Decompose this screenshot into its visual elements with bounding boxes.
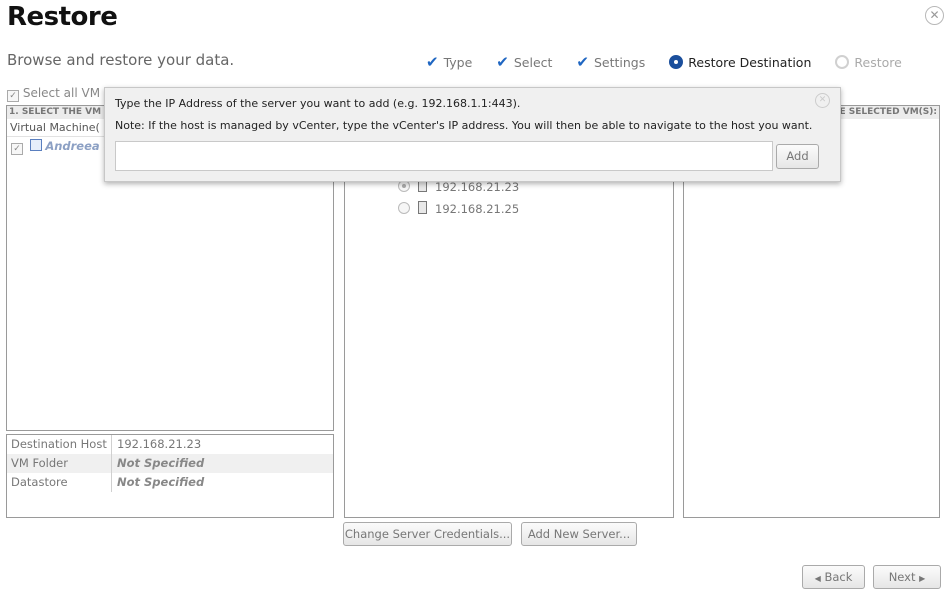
summary-value: 192.168.21.23 xyxy=(117,437,202,451)
vm-checkbox[interactable]: ✓ xyxy=(11,143,23,155)
back-label: Back xyxy=(824,570,853,584)
step-label: Settings xyxy=(593,55,646,70)
server-item[interactable]: 192.168.21.25 xyxy=(398,201,519,216)
vm-name: Andreea - xyxy=(45,139,109,153)
summary-key: Datastore xyxy=(11,473,112,492)
close-popup-icon[interactable]: ✕ xyxy=(815,93,830,108)
destination-summary: Destination Host 192.168.21.23 VM Folder… xyxy=(6,434,334,518)
inactive-step-icon xyxy=(835,54,850,69)
select-all-vms[interactable]: ✓ Select all VM xyxy=(7,86,100,102)
page-subtitle: Browse and restore your data. xyxy=(7,51,235,69)
add-server-popup: Type the IP Address of the server you wa… xyxy=(104,87,841,182)
page-title: Restore xyxy=(7,2,118,32)
step-select: ✔ Select xyxy=(496,53,552,71)
server-icon xyxy=(418,201,427,214)
datastore-row: Datastore Not Specified xyxy=(7,473,333,492)
destination-host-row: Destination Host 192.168.21.23 xyxy=(7,435,333,454)
next-label: Next xyxy=(888,570,916,584)
wizard-steps: ✔ Type ✔ Select ✔ Settings Restore Destinat… xyxy=(426,53,922,71)
checkmark-icon: ✔ xyxy=(576,53,589,71)
next-button[interactable]: Next ▶ xyxy=(873,565,941,589)
checkmark-icon: ✔ xyxy=(496,53,509,71)
step-restore: Restore xyxy=(835,54,902,70)
add-new-server-button[interactable]: Add New Server... xyxy=(521,522,637,546)
chevron-right-icon: ▶ xyxy=(919,574,926,583)
step-label: Type xyxy=(443,55,473,70)
change-server-credentials-button[interactable]: Change Server Credentials... xyxy=(343,522,512,546)
summary-key: VM Folder xyxy=(11,454,112,473)
chevron-left-icon: ◀ xyxy=(814,574,821,583)
active-step-icon xyxy=(669,54,684,69)
summary-value: Not Specified xyxy=(117,456,205,470)
step-restore-destination: Restore Destination xyxy=(669,54,812,70)
add-button[interactable]: Add xyxy=(776,144,819,169)
back-button[interactable]: ◀ Back xyxy=(802,565,865,589)
checkmark-icon: ✔ xyxy=(426,53,439,71)
summary-value: Not Specified xyxy=(117,475,205,489)
step-settings: ✔ Settings xyxy=(576,53,645,71)
step-label: Select xyxy=(513,55,553,70)
select-all-label: Select all VM xyxy=(22,86,101,100)
close-wizard-icon[interactable]: ✕ xyxy=(925,6,944,25)
vm-icon xyxy=(29,139,42,151)
ip-address-input[interactable] xyxy=(115,141,773,171)
step-label: Restore xyxy=(854,54,902,70)
server-radio[interactable] xyxy=(398,202,410,214)
step-type: ✔ Type xyxy=(426,53,472,71)
step-label: Restore Destination xyxy=(688,54,812,70)
popup-note: Note: If the host is managed by vCenter,… xyxy=(115,119,813,132)
server-ip: 192.168.21.23 xyxy=(435,180,520,194)
select-all-checkbox[interactable]: ✓ xyxy=(7,90,19,102)
summary-key: Destination Host xyxy=(11,435,112,454)
popup-instruction: Type the IP Address of the server you wa… xyxy=(115,97,521,110)
vm-folder-row: VM Folder Not Specified xyxy=(7,454,333,473)
server-ip: 192.168.21.25 xyxy=(435,202,520,216)
